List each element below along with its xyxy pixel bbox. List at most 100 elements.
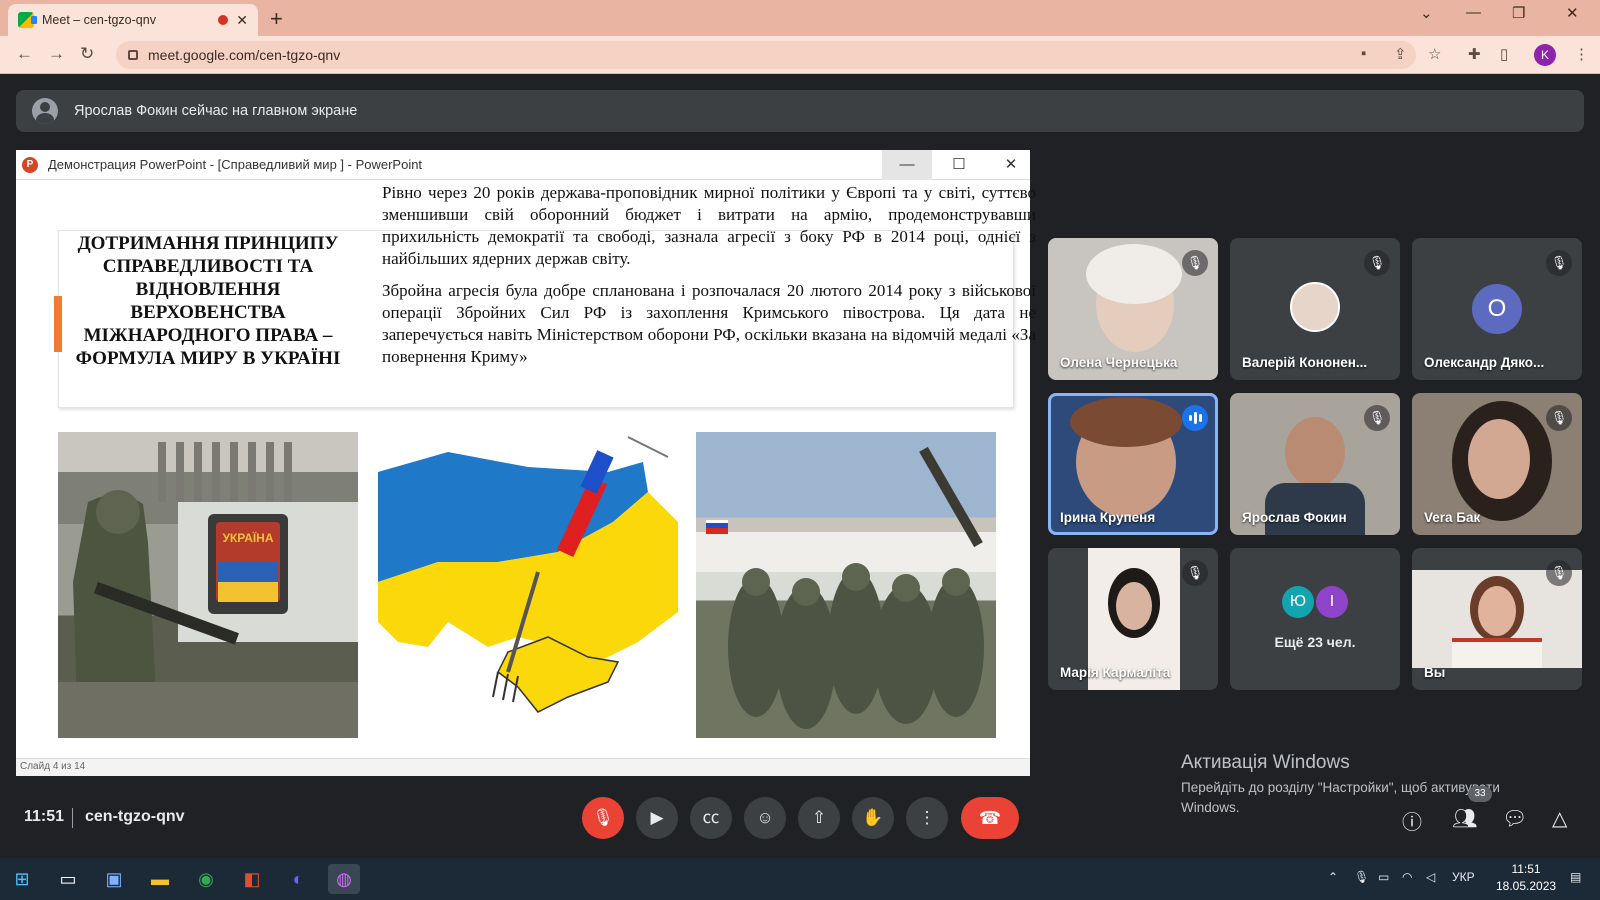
camera-in-use-icon[interactable]: ▪: [1361, 45, 1366, 62]
windows-taskbar: ⊞ ▭ ▣ ▬ ◉ ◧ ◐ ◍ ⌃ 🎙︎ ▭ ◠ ◁ УКР 11:51 18.…: [0, 858, 1600, 900]
reload-button[interactable]: ↻: [80, 44, 94, 64]
slide-photo-soldiers-group: [696, 432, 996, 738]
forward-button[interactable]: →: [48, 44, 65, 64]
participant-shirt: [1452, 638, 1542, 668]
participant-tile-self[interactable]: 🎙︎ Вы: [1412, 548, 1582, 690]
tray-wifi-icon[interactable]: ◠: [1402, 870, 1412, 884]
slide-paragraph-2: Збройна агресія була добре спланована і …: [382, 281, 1036, 366]
tray-battery-icon[interactable]: ▭: [1378, 870, 1389, 884]
participant-tile[interactable]: 🎙︎ Олена Чернецька: [1048, 238, 1218, 380]
participant-hair: [1086, 244, 1182, 304]
bar-separator: [72, 808, 73, 828]
tab-title: Meet – cen-tgzo-qnv: [42, 13, 156, 27]
powerpoint-taskbar-icon[interactable]: ◧: [236, 864, 268, 894]
browser-tab-bar: Meet – cen-tgzo-qnv ✕ + ⌄ — ❐ ✕: [0, 0, 1600, 36]
extensions-puzzle-icon[interactable]: ✚: [1468, 45, 1481, 63]
restore-window-button[interactable]: ❐: [1512, 4, 1525, 22]
muted-mic-icon: 🎙︎: [1546, 250, 1572, 276]
participant-hair: [1070, 397, 1182, 447]
bookmark-star-icon[interactable]: ☆: [1428, 45, 1441, 63]
people-count-badge: 33: [1468, 786, 1492, 802]
tab-search-chevron-icon[interactable]: ⌄: [1420, 4, 1433, 22]
participant-name: Вы: [1424, 665, 1446, 680]
meet-favicon-icon: [18, 12, 37, 28]
more-options-button[interactable]: ⋮: [906, 797, 948, 839]
browser-menu-icon[interactable]: ⋮: [1574, 45, 1589, 63]
emoji-reactions-button[interactable]: ☺: [744, 797, 786, 839]
activation-title: Активація Windows: [1181, 752, 1350, 773]
task-view-icon[interactable]: ▭: [52, 864, 84, 894]
participant-letter-avatar: І: [1316, 586, 1348, 618]
side-panel-icon[interactable]: ▯: [1500, 45, 1508, 63]
new-tab-button[interactable]: +: [270, 6, 283, 32]
participant-tile[interactable]: О 🎙︎ Олександр Дяко...: [1412, 238, 1582, 380]
participant-tile[interactable]: 🎙︎ Vera Бак: [1412, 393, 1582, 535]
slide-photo-soldier: УКРАЇНА: [58, 432, 358, 738]
speaking-indicator-icon: [1182, 405, 1208, 431]
participant-video: [1468, 419, 1530, 499]
meeting-details-icon[interactable]: ⓘ: [1402, 806, 1422, 835]
close-window-button[interactable]: ✕: [1566, 4, 1579, 22]
ppt-minimize-button[interactable]: —: [882, 150, 932, 180]
microphone-toggle-button[interactable]: 🎙︎: [582, 797, 624, 839]
raise-hand-button[interactable]: ✋: [852, 797, 894, 839]
participant-shirt: [1265, 483, 1365, 535]
activities-icon[interactable]: △: [1552, 806, 1567, 831]
more-participants-tile[interactable]: Ю І Ещё 23 чел.: [1230, 548, 1400, 690]
participant-video: [1285, 417, 1345, 487]
slide-body: Рівно через 20 років держава-проповідник…: [382, 182, 1036, 368]
leave-call-button[interactable]: ☎: [961, 797, 1019, 839]
browser-tab-meet[interactable]: Meet – cen-tgzo-qnv ✕: [8, 4, 258, 36]
address-bar[interactable]: meet.google.com/cen-tgzo-qnv: [116, 41, 1416, 69]
participant-name: Марія Кармаліта: [1060, 665, 1171, 680]
chrome-icon[interactable]: ◉: [190, 864, 222, 894]
camera-toggle-button[interactable]: ▶: [636, 797, 678, 839]
close-tab-icon[interactable]: ✕: [236, 12, 248, 29]
powerpoint-window-title: Демонстрация PowerPoint - [Справедливий …: [48, 157, 423, 172]
tray-clock[interactable]: 11:51 18.05.2023: [1496, 861, 1556, 895]
person-icon: [32, 98, 58, 124]
captions-button[interactable]: ㏄: [690, 797, 732, 839]
present-now-button[interactable]: ⇧: [798, 797, 840, 839]
back-button[interactable]: ←: [16, 44, 33, 64]
file-explorer-icon[interactable]: ▬: [144, 864, 176, 894]
start-menu-icon[interactable]: ⊞: [6, 864, 38, 894]
participant-name: Валерій Кононен...: [1242, 355, 1368, 370]
photo-sign-text: УКРАЇНА: [222, 530, 273, 545]
minimize-window-button[interactable]: —: [1466, 4, 1481, 21]
save-app-icon[interactable]: ▣: [98, 864, 130, 894]
tray-date: 18.05.2023: [1496, 879, 1557, 893]
people-icon[interactable]: 👥︎: [1452, 806, 1477, 831]
muted-mic-icon: 🎙︎: [1182, 560, 1208, 586]
participant-avatar: [1290, 282, 1340, 332]
participant-tile[interactable]: Ірина Крупеня: [1048, 393, 1218, 535]
participant-tile[interactable]: 🎙︎ Валерій Кононен...: [1230, 238, 1400, 380]
ppt-maximize-button[interactable]: ☐: [934, 150, 984, 180]
tray-expand-icon[interactable]: ⌃: [1328, 870, 1338, 884]
chrome-profile-icon[interactable]: ◍: [328, 864, 360, 894]
tray-language[interactable]: УКР: [1452, 870, 1475, 884]
slide-canvas: ДОТРИМАННЯ ПРИНЦИПУ СПРАВЕДЛИВОСТІ ТА ВІ…: [16, 180, 1036, 766]
participant-name: Ірина Крупеня: [1060, 510, 1156, 525]
muted-mic-icon: 🎙︎: [1546, 405, 1572, 431]
participant-name: Vera Бак: [1424, 510, 1481, 525]
slide-paragraph-1: Рівно через 20 років держава-проповідник…: [382, 183, 1036, 268]
participant-tile[interactable]: 🎙︎ Марія Кармаліта: [1048, 548, 1218, 690]
participant-name: Олена Чернецька: [1060, 355, 1178, 370]
presenting-text: Ярослав Фокин сейчас на главном экране: [74, 103, 358, 119]
participant-tile[interactable]: 🎙︎ Ярослав Фокин: [1230, 393, 1400, 535]
muted-mic-icon: 🎙︎: [1182, 250, 1208, 276]
share-icon[interactable]: ⇪: [1394, 45, 1407, 63]
viber-icon[interactable]: ◐: [282, 864, 314, 894]
profile-avatar[interactable]: K: [1534, 44, 1556, 66]
ppt-close-button[interactable]: ✕: [986, 150, 1036, 180]
notification-icon[interactable]: ▤: [1570, 870, 1581, 884]
powerpoint-window: P Демонстрация PowerPoint - [Справедливи…: [16, 150, 1036, 776]
tray-volume-icon[interactable]: ◁: [1426, 870, 1435, 884]
lock-icon: [128, 50, 138, 60]
muted-mic-icon: 🎙︎: [1546, 560, 1572, 586]
recording-dot-icon: [218, 15, 229, 25]
chat-icon[interactable]: 💬︎: [1502, 806, 1527, 831]
muted-mic-icon: 🎙︎: [1364, 250, 1390, 276]
participant-letter-avatar: О: [1472, 284, 1522, 334]
